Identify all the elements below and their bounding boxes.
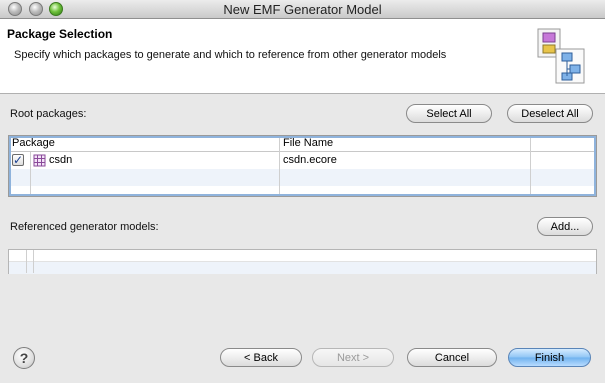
- package-icon: [33, 154, 46, 167]
- package-name: csdn: [49, 154, 73, 166]
- wizard-window: New EMF Generator Model Package Selectio…: [0, 0, 605, 383]
- table-row-empty: [9, 262, 596, 274]
- window-title: New EMF Generator Model: [223, 2, 382, 17]
- referenced-models-label: Referenced generator models:: [10, 221, 159, 233]
- package-checkbox[interactable]: ✓: [12, 154, 24, 166]
- wizard-diagram-icon: [537, 28, 585, 84]
- table-row-empty: [9, 169, 596, 186]
- finish-button[interactable]: Finish: [508, 348, 591, 367]
- column-header-file-name[interactable]: File Name: [283, 137, 333, 149]
- help-icon[interactable]: ?: [13, 347, 35, 369]
- table-header: Package File Name: [9, 136, 596, 152]
- page-description: Specify which packages to generate and w…: [14, 49, 447, 61]
- referenced-models-table[interactable]: [8, 249, 597, 274]
- next-button[interactable]: Next >: [312, 348, 394, 367]
- file-name: csdn.ecore: [283, 154, 337, 166]
- root-packages-label: Root packages:: [10, 108, 87, 120]
- column-divider: [279, 136, 280, 196]
- title-bar: New EMF Generator Model: [0, 0, 605, 19]
- select-all-button[interactable]: Select All: [406, 104, 492, 123]
- table-row[interactable]: ✓ csdn csdn.ecore: [9, 152, 596, 169]
- root-packages-table[interactable]: Package File Name ✓ csdn csdn.ecore: [8, 135, 597, 197]
- column-divider: [26, 250, 27, 273]
- back-button[interactable]: < Back: [220, 348, 302, 367]
- cancel-button[interactable]: Cancel: [407, 348, 497, 367]
- table-row-empty: [9, 250, 596, 262]
- column-divider: [530, 136, 531, 196]
- column-header-package[interactable]: Package: [12, 137, 55, 149]
- wizard-banner: Package Selection Specify which packages…: [0, 19, 605, 94]
- column-divider: [33, 250, 34, 273]
- deselect-all-button[interactable]: Deselect All: [507, 104, 593, 123]
- add-button[interactable]: Add...: [537, 217, 593, 236]
- page-title: Package Selection: [7, 27, 113, 41]
- column-divider: [30, 152, 31, 196]
